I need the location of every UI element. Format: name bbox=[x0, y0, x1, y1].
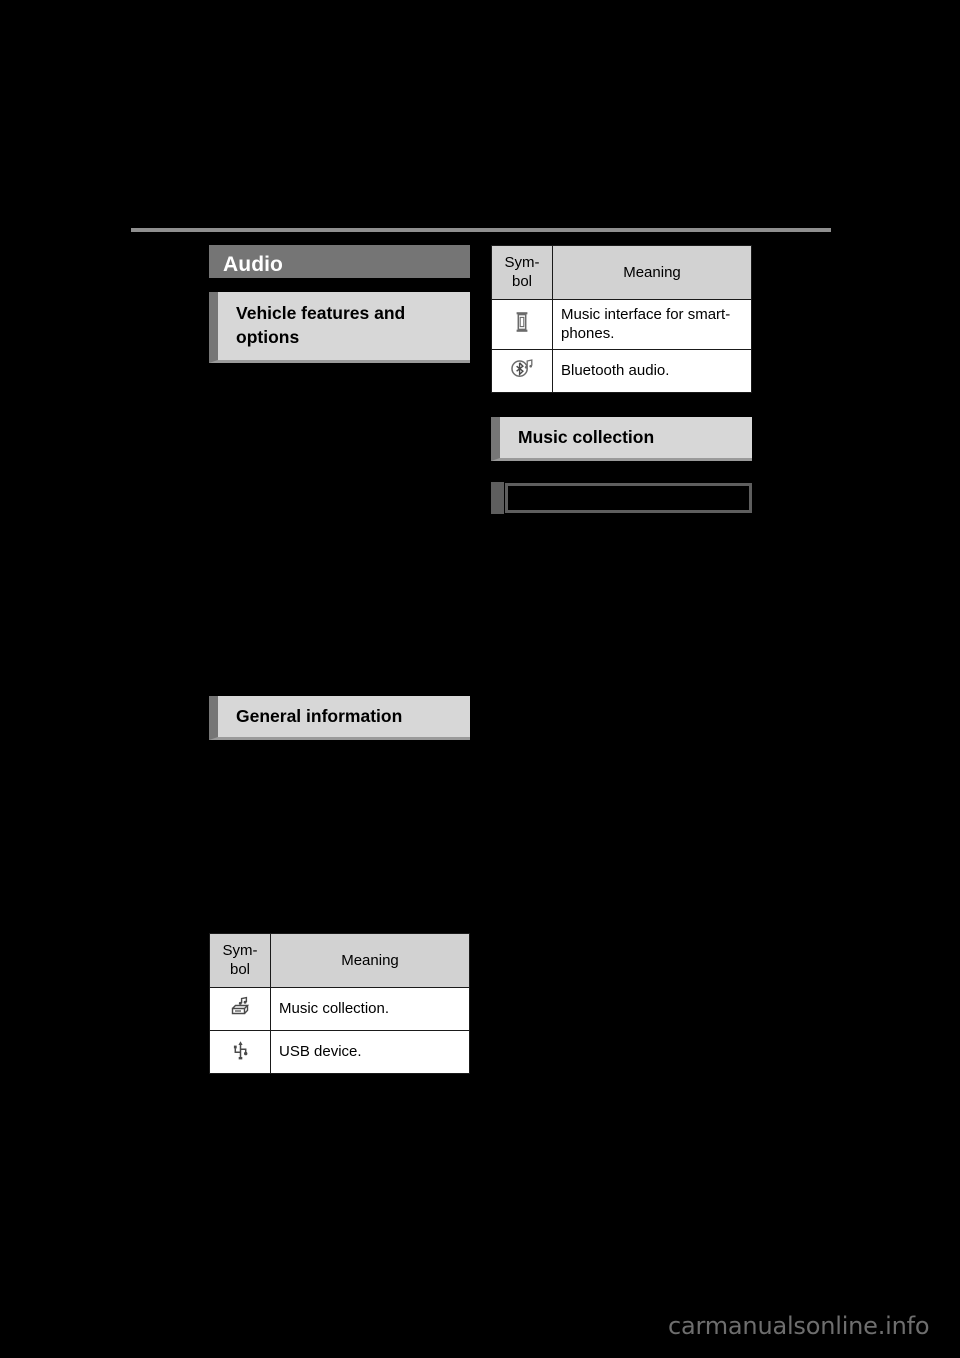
table-row: USB device. bbox=[209, 1030, 470, 1074]
section-heading-general-information: General information bbox=[209, 696, 470, 740]
column-header-symbol-line2: bol bbox=[229, 961, 251, 978]
meaning-cell: Bluetooth audio. bbox=[552, 349, 752, 393]
section-heading-music-collection: Music collection bbox=[491, 417, 752, 461]
page-top-rule bbox=[131, 228, 831, 232]
meaning-cell: Music interface for smart-phones. bbox=[552, 299, 752, 350]
symbol-cell bbox=[491, 299, 553, 350]
column-header-symbol-line2: bol bbox=[511, 273, 533, 290]
symbol-cell bbox=[491, 349, 553, 393]
table-header-row: Sym- bol Meaning bbox=[209, 933, 470, 988]
column-header-symbol-line1: Sym- bbox=[504, 254, 540, 271]
left-column: Audio Vehicle features and options Gener… bbox=[209, 245, 470, 1074]
table-row: Music interface for smart-phones. bbox=[491, 299, 752, 350]
music-collection-icon bbox=[230, 996, 251, 1022]
column-header-symbol: Sym- bol bbox=[209, 933, 271, 988]
meaning-cell: Music collection. bbox=[270, 987, 470, 1031]
bluetooth-audio-icon bbox=[510, 358, 534, 384]
redacted-subheading-inner bbox=[505, 483, 752, 513]
redacted-subheading-box bbox=[491, 482, 752, 514]
table-row: Bluetooth audio. bbox=[491, 349, 752, 393]
right-column: Sym- bol Meaning Music interface for sma… bbox=[491, 245, 752, 514]
section-heading-vehicle-features-and-options: Vehicle features and options bbox=[209, 292, 470, 363]
symbol-cell bbox=[209, 987, 271, 1031]
chapter-title-audio: Audio bbox=[209, 245, 470, 278]
symbol-cell bbox=[209, 1030, 271, 1074]
symbol-meaning-table-right: Sym- bol Meaning Music interface for sma… bbox=[491, 245, 752, 393]
usb-device-icon bbox=[231, 1039, 250, 1065]
manual-page: Audio Vehicle features and options Gener… bbox=[0, 0, 960, 1358]
column-header-symbol-line1: Sym- bbox=[222, 942, 258, 959]
meaning-cell: USB device. bbox=[270, 1030, 470, 1074]
symbol-meaning-table-left: Sym- bol Meaning Music collection. USB d… bbox=[209, 933, 470, 1074]
column-header-meaning: Meaning bbox=[270, 933, 470, 988]
table-row: Music collection. bbox=[209, 987, 470, 1031]
table-header-row: Sym- bol Meaning bbox=[491, 245, 752, 300]
smartphone-music-interface-icon bbox=[514, 311, 530, 338]
column-header-symbol: Sym- bol bbox=[491, 245, 553, 300]
column-header-meaning: Meaning bbox=[552, 245, 752, 300]
watermark: carmanualsonline.info bbox=[668, 1312, 930, 1340]
